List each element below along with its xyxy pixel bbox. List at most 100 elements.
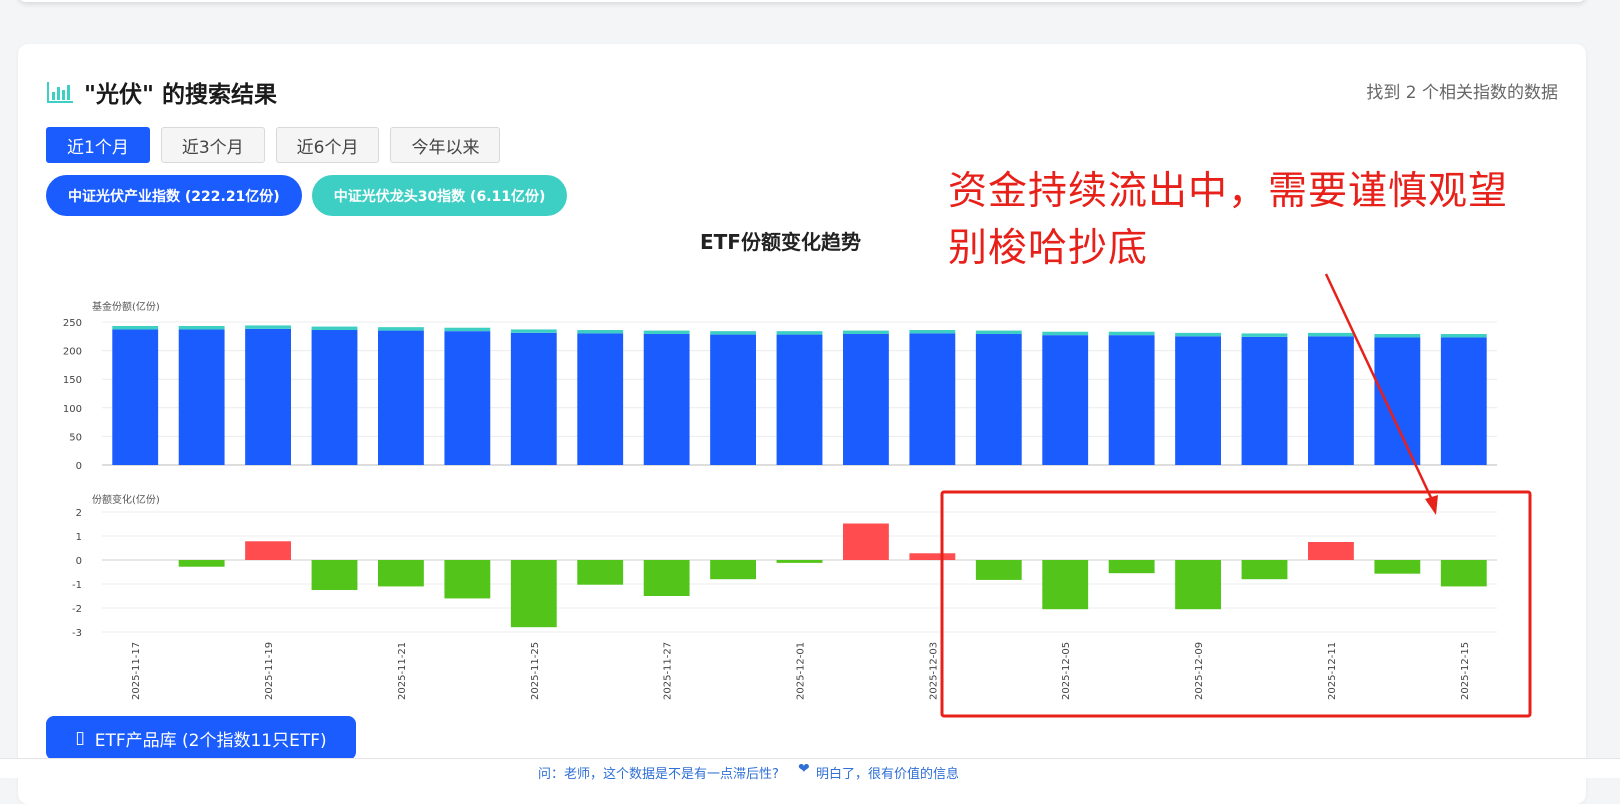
x-tick-label: 2025-11-21 [397, 642, 408, 700]
share-bar-main [1374, 337, 1421, 465]
top-chart-plot: 0 50 100 150 200 250 [63, 318, 1497, 472]
share-bar-main [1108, 335, 1155, 465]
share-bar-secondary [444, 327, 491, 332]
annotation-line-1: 资金持续流出中，需要谨慎观望 [948, 169, 1509, 214]
share-bar-main [710, 334, 756, 465]
share-bar-secondary [643, 330, 690, 335]
top-y-tick-label: 50 [69, 432, 82, 443]
share-bar-main [378, 330, 424, 465]
share-bar-secondary [1440, 334, 1487, 338]
change-bar-negative [1374, 560, 1421, 574]
bottom-y-tick-label: -3 [72, 628, 82, 639]
comment-question: 问：老师，这个数据是不是有一点滞后性? [538, 767, 779, 782]
change-bar-negative [510, 560, 557, 628]
change-bar-negative [643, 560, 690, 596]
bottom-y-tick-label: 2 [76, 508, 82, 519]
etf-library-button[interactable]: ▯ ETF产品库 (2个指数11只ETF) [46, 716, 356, 760]
change-bar-negative [577, 560, 624, 585]
book-icon: ▯ [75, 728, 85, 748]
x-tick-label: 2025-12-11 [1327, 642, 1338, 700]
change-bar-negative [776, 560, 823, 563]
share-bar-main [510, 332, 557, 465]
change-bar-negative [1175, 560, 1221, 610]
x-tick-label: 2025-12-15 [1460, 642, 1471, 700]
change-bar-negative [1241, 560, 1288, 580]
x-tick-label: 2025-12-09 [1194, 642, 1205, 700]
bottom-comment-bar [0, 758, 1620, 778]
etf-share-chart: 基金份额(亿份) 份额变化(亿份) 0 50 100 150 200 250 -3 -2 -1… [63, 273, 1532, 718]
share-bar-secondary [577, 330, 624, 334]
top-chart-ylabel: 基金份额(亿份) [92, 300, 160, 313]
annotation-text: 资金持续流出中，需要谨慎观望 别梭哈抄底 [948, 163, 1508, 277]
highlight-box [940, 490, 1532, 718]
share-bar-secondary [1042, 331, 1089, 336]
share-bar-secondary [710, 331, 756, 335]
share-bar-main [178, 329, 225, 465]
share-bar-secondary [245, 325, 291, 329]
share-bar-secondary [112, 326, 159, 330]
x-tick-label: 2025-11-25 [530, 642, 541, 700]
top-y-tick-label: 150 [63, 375, 82, 386]
change-bar-negative [1042, 560, 1089, 610]
share-bar-main [577, 333, 624, 465]
share-bar-secondary [975, 330, 1022, 335]
share-bar-main [245, 328, 291, 465]
share-bar-secondary [1241, 333, 1288, 337]
comment-answer: 明白了，很有价值的信息 [816, 767, 960, 782]
share-bar-main [776, 334, 823, 465]
top-y-tick-label: 250 [63, 318, 82, 329]
top-y-tick-label: 100 [63, 404, 82, 415]
change-bar-positive [1308, 542, 1354, 560]
share-bar-secondary [1175, 332, 1221, 337]
share-bar-secondary [1108, 331, 1155, 336]
etf-library-label: ETF产品库 (2个指数11只ETF) [94, 730, 327, 751]
bottom-y-tick-label: 1 [76, 532, 82, 543]
share-bar-secondary [510, 329, 557, 333]
change-bar-positive [245, 541, 291, 560]
change-bar-negative [710, 560, 756, 580]
share-bar-main [1241, 336, 1288, 465]
share-bar-secondary [378, 327, 424, 331]
share-bar-main [1042, 335, 1089, 465]
top-y-tick-label: 200 [63, 347, 82, 358]
change-bar-negative [1440, 560, 1487, 587]
share-bar-main [1308, 336, 1354, 465]
change-bar-negative [975, 560, 1022, 580]
share-bar-secondary [1308, 332, 1354, 337]
x-tick-label: 2025-11-17 [131, 642, 142, 700]
heart-icon[interactable]: ❤ [798, 761, 810, 777]
change-bar-positive [909, 553, 956, 560]
share-bar-main [643, 334, 690, 465]
share-bar-main [1175, 336, 1221, 465]
x-tick-label: 2025-12-01 [796, 642, 807, 700]
change-bar-positive [843, 523, 889, 560]
share-bar-secondary [909, 330, 956, 334]
top-y-tick-label: 0 [76, 461, 82, 472]
share-bar-main [112, 329, 159, 465]
bottom-chart-plot: -3 -2 -1 0 1 2 2025-11-17 2025-11-19 2025-11-21 2… [72, 508, 1497, 700]
change-bar-negative [378, 560, 424, 587]
bottom-chart-ylabel: 份额变化(亿份) [92, 493, 160, 506]
bottom-y-tick-label: -1 [72, 580, 82, 591]
change-bar-negative [311, 560, 358, 590]
bottom-y-tick-label: 0 [76, 556, 82, 567]
share-bar-main [1440, 337, 1487, 465]
share-bar-secondary [776, 331, 823, 335]
x-tick-label: 2025-12-05 [1061, 642, 1072, 700]
change-bar-negative [444, 560, 491, 599]
share-bar-main [975, 334, 1022, 465]
x-tick-label: 2025-12-03 [928, 642, 939, 700]
share-bar-main [311, 330, 358, 465]
share-bar-secondary [311, 326, 358, 331]
change-bar-negative [1108, 560, 1155, 574]
share-bar-secondary [843, 330, 889, 335]
bottom-y-tick-label: -2 [72, 604, 82, 615]
annotation-line-2: 别梭哈抄底 [948, 226, 1149, 271]
x-tick-label: 2025-11-19 [264, 642, 275, 700]
change-bar-negative [178, 560, 225, 567]
share-bar-secondary [1374, 334, 1421, 338]
share-bar-main [843, 334, 889, 465]
share-bar-main [444, 331, 491, 465]
share-bar-main [909, 333, 956, 465]
x-tick-label: 2025-11-27 [663, 642, 674, 700]
